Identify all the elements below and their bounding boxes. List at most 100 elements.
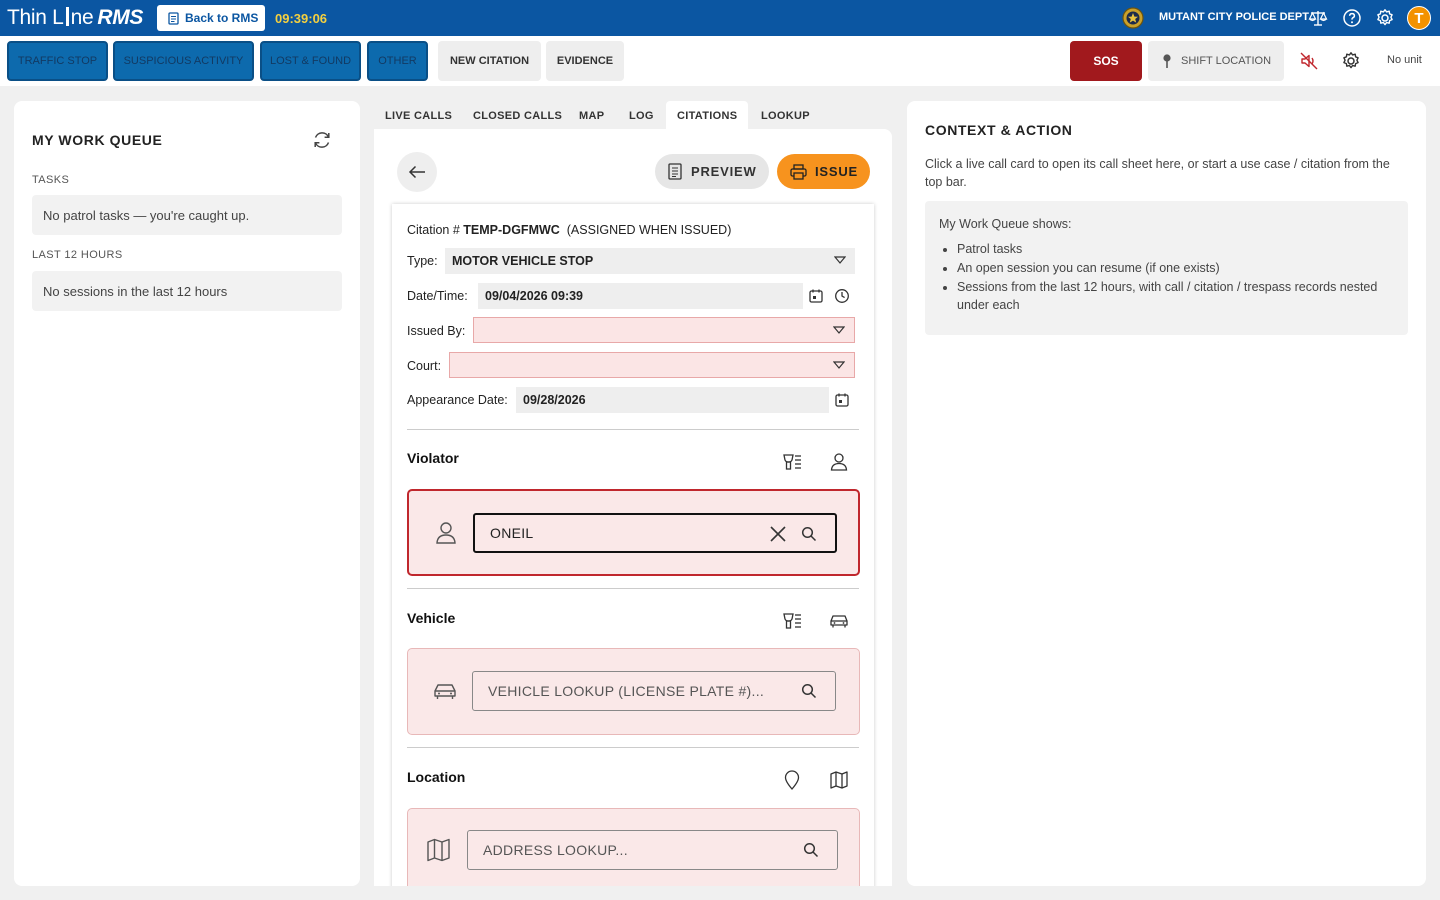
refresh-icon[interactable] bbox=[311, 129, 333, 151]
back-to-rms-label: Back to RMS bbox=[185, 11, 259, 25]
violator-search-value: ONEIL bbox=[490, 525, 534, 541]
new-citation-button[interactable]: NEW CITATION bbox=[438, 41, 541, 81]
tab-lookup[interactable]: LOOKUP bbox=[750, 101, 821, 130]
citation-number: TEMP-DGFMWC bbox=[463, 223, 560, 237]
citation-form: Citation # TEMP-DGFMWC (ASSIGNED WHEN IS… bbox=[392, 204, 874, 886]
top-bar: Thin Lne RMS Back to RMS 09:39:06 MUTANT … bbox=[0, 0, 1440, 36]
court-select[interactable] bbox=[449, 352, 855, 378]
clock-icon[interactable] bbox=[834, 288, 850, 304]
id-list-icon[interactable] bbox=[781, 451, 803, 473]
tasks-empty-message: No patrol tasks — you're caught up. bbox=[32, 195, 342, 235]
muted-speaker-icon[interactable] bbox=[1299, 51, 1319, 71]
gear-icon[interactable] bbox=[1375, 8, 1395, 28]
violator-title: Violator bbox=[407, 450, 459, 466]
sos-button[interactable]: SOS bbox=[1070, 41, 1142, 81]
list-item: An open session you can resume (if one e… bbox=[957, 259, 1394, 277]
context-list: Patrol tasks An open session you can res… bbox=[939, 240, 1394, 314]
citation-number-prefix: Citation # bbox=[407, 223, 460, 237]
location-lookup-box: ADDRESS LOOKUP... bbox=[407, 808, 860, 886]
work-queue-title: MY WORK QUEUE bbox=[32, 132, 163, 148]
issued-by-label: Issued By: bbox=[407, 324, 466, 338]
context-description: Click a live call card to open its call … bbox=[925, 157, 1390, 189]
last-12-hours-label: LAST 12 HOURS bbox=[32, 249, 123, 261]
person-icon bbox=[436, 522, 456, 544]
printer-icon bbox=[790, 163, 807, 180]
help-icon[interactable] bbox=[1342, 8, 1362, 28]
citation-panel: PREVIEW ISSUE Citation # TEMP-DGFMWC (AS… bbox=[374, 129, 892, 886]
list-item: Patrol tasks bbox=[957, 240, 1394, 258]
type-label: Type: bbox=[407, 254, 438, 268]
lost-found-button[interactable]: LOST & FOUND bbox=[260, 41, 361, 81]
tasks-label: TASKS bbox=[32, 174, 70, 186]
court-label: Court: bbox=[407, 359, 442, 373]
chevron-down-icon bbox=[833, 326, 845, 334]
id-list-icon[interactable] bbox=[781, 610, 803, 632]
document-icon bbox=[668, 163, 682, 180]
pin-icon bbox=[1163, 54, 1171, 68]
document-icon bbox=[168, 11, 179, 25]
action-bar: TRAFFIC STOP SUSPICIOUS ACTIVITY LOST & … bbox=[0, 36, 1440, 86]
citation-number-note: (ASSIGNED WHEN ISSUED) bbox=[566, 223, 732, 237]
tab-citations[interactable]: CITATIONS bbox=[666, 101, 749, 130]
evidence-button[interactable]: EVIDENCE bbox=[546, 41, 624, 81]
close-icon[interactable] bbox=[769, 525, 787, 543]
datetime-value: 09/04/2026 09:39 bbox=[485, 289, 584, 303]
citation-number-line: Citation # TEMP-DGFMWC (ASSIGNED WHEN IS… bbox=[407, 223, 731, 237]
other-button[interactable]: OTHER bbox=[367, 41, 428, 81]
violator-search-input[interactable]: ONEIL bbox=[473, 513, 837, 553]
search-icon[interactable] bbox=[801, 683, 817, 699]
main-tabs: LIVE CALLS CLOSED CALLS MAP LOG CITATION… bbox=[374, 101, 892, 130]
unit-status: No unit bbox=[1387, 54, 1422, 66]
location-title: Location bbox=[407, 769, 466, 785]
clock: 09:39:06 bbox=[275, 11, 328, 26]
scales-icon[interactable] bbox=[1308, 8, 1328, 28]
search-icon[interactable] bbox=[801, 526, 817, 542]
back-to-rms-button[interactable]: Back to RMS bbox=[157, 5, 265, 31]
tab-map[interactable]: MAP bbox=[568, 101, 615, 130]
issue-label: ISSUE bbox=[815, 164, 859, 179]
settings-gear-icon[interactable] bbox=[1341, 51, 1361, 71]
calendar-icon[interactable] bbox=[808, 288, 824, 304]
list-item: Sessions from the last 12 hours, with ca… bbox=[957, 278, 1394, 314]
divider bbox=[407, 429, 859, 430]
back-button[interactable] bbox=[397, 152, 437, 192]
type-select[interactable]: MOTOR VEHICLE STOP bbox=[445, 248, 855, 274]
shift-location-label: SHIFT LOCATION bbox=[1181, 55, 1272, 67]
map-icon[interactable] bbox=[828, 769, 850, 791]
traffic-stop-button[interactable]: TRAFFIC STOP bbox=[7, 41, 108, 81]
shift-location-button[interactable]: SHIFT LOCATION bbox=[1148, 41, 1284, 81]
appearance-date-input[interactable]: 09/28/2026 bbox=[516, 387, 829, 413]
appearance-date-label: Appearance Date: bbox=[407, 393, 508, 407]
tab-live-calls[interactable]: LIVE CALLS bbox=[374, 101, 463, 130]
department-name: MUTANT CITY POLICE DEPT bbox=[1159, 11, 1309, 23]
violator-lookup-box: ONEIL bbox=[407, 489, 860, 576]
tab-closed-calls[interactable]: CLOSED CALLS bbox=[462, 101, 573, 130]
issue-button[interactable]: ISSUE bbox=[777, 154, 870, 189]
car-icon bbox=[434, 684, 456, 699]
person-icon[interactable] bbox=[828, 451, 850, 473]
context-action-panel: CONTEXT & ACTION Click a live call card … bbox=[907, 101, 1426, 886]
appearance-date-value: 09/28/2026 bbox=[523, 393, 586, 407]
sessions-empty-message: No sessions in the last 12 hours bbox=[32, 271, 342, 311]
search-icon[interactable] bbox=[803, 842, 819, 858]
address-search-input[interactable]: ADDRESS LOOKUP... bbox=[467, 830, 838, 870]
tab-log[interactable]: LOG bbox=[618, 101, 665, 130]
suspicious-activity-button[interactable]: SUSPICIOUS ACTIVITY bbox=[113, 41, 254, 81]
context-box-intro: My Work Queue shows: bbox=[939, 217, 1072, 231]
context-title: CONTEXT & ACTION bbox=[925, 122, 1073, 138]
map-icon bbox=[427, 838, 450, 862]
issued-by-select[interactable] bbox=[473, 317, 855, 343]
car-icon[interactable] bbox=[828, 610, 850, 632]
work-queue-panel: MY WORK QUEUE TASKS No patrol tasks — yo… bbox=[14, 101, 360, 886]
police-badge-icon bbox=[1122, 7, 1144, 29]
preview-button[interactable]: PREVIEW bbox=[655, 154, 769, 189]
vehicle-search-input[interactable]: VEHICLE LOOKUP (LICENSE PLATE #)... bbox=[472, 671, 836, 711]
datetime-input[interactable]: 09/04/2026 09:39 bbox=[478, 283, 803, 309]
chevron-down-icon bbox=[834, 256, 846, 264]
user-avatar[interactable]: T bbox=[1407, 6, 1431, 30]
address-search-placeholder: ADDRESS LOOKUP... bbox=[483, 842, 628, 858]
vehicle-lookup-box: VEHICLE LOOKUP (LICENSE PLATE #)... bbox=[407, 648, 860, 735]
calendar-icon[interactable] bbox=[834, 392, 850, 408]
app-logo[interactable]: Thin Lne RMS bbox=[7, 6, 143, 30]
location-pin-icon[interactable] bbox=[781, 769, 803, 791]
